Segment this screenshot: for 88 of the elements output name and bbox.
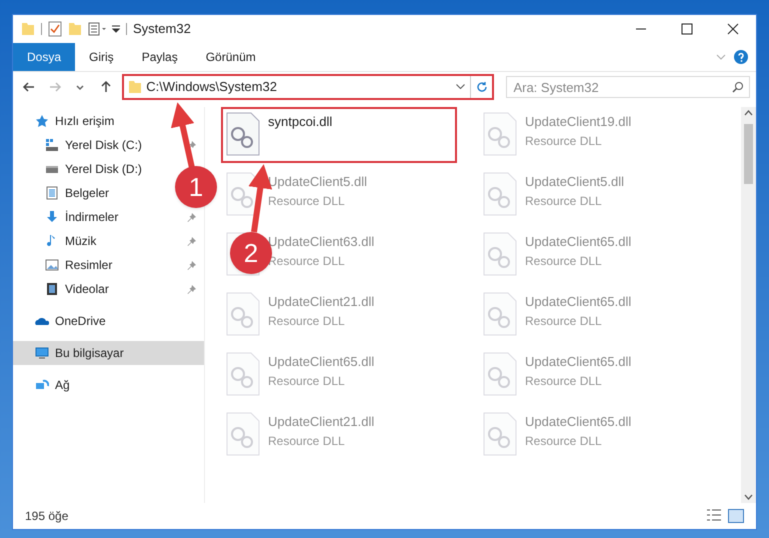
annotation-arrow <box>170 102 195 169</box>
ribbon-tab[interactable]: Paylaş <box>128 43 192 71</box>
pin-icon[interactable] <box>187 236 196 246</box>
file-name: UpdateClient21.dll <box>268 293 374 311</box>
dll-file-icon <box>226 112 260 156</box>
help-icon[interactable] <box>734 50 748 64</box>
scrollbar-thumb[interactable] <box>744 124 753 184</box>
dll-file-icon <box>483 112 517 156</box>
file-type: Resource DLL <box>525 192 603 210</box>
dropdown-icon[interactable] <box>456 84 466 89</box>
star-icon <box>35 114 49 128</box>
sidebar-item[interactable]: OneDrive <box>13 309 114 333</box>
file-name: UpdateClient65.dll <box>525 353 632 371</box>
file-item[interactable]: syntpcoi.dll <box>221 107 457 163</box>
folder-icon <box>128 80 142 92</box>
large-icons-view-icon[interactable] <box>728 509 744 523</box>
sidebar-item[interactable]: Belgeler <box>13 181 118 205</box>
maximize-icon[interactable] <box>681 23 693 35</box>
file-name: UpdateClient19.dll <box>525 113 632 131</box>
pin-icon[interactable] <box>187 140 196 150</box>
refresh-icon[interactable] <box>476 80 488 92</box>
file-type: Resource DLL <box>525 132 603 150</box>
item-count: 195 öğe <box>25 508 68 525</box>
address-path: C:\Windows\System32 <box>146 78 278 96</box>
videos-icon <box>45 282 59 296</box>
ribbon-tab[interactable]: Giriş <box>75 43 128 71</box>
file-name: UpdateClient65.dll <box>525 413 632 431</box>
sidebar-item[interactable]: Ağ <box>13 373 78 397</box>
file-name: UpdateClient5.dll <box>268 173 368 191</box>
file-name: UpdateClient65.dll <box>268 353 374 371</box>
file-type: Resource DLL <box>525 252 603 270</box>
file-name: UpdateClient21.dll <box>268 413 374 431</box>
expand-ribbon-icon[interactable] <box>716 54 726 60</box>
network-icon <box>35 378 49 392</box>
pictures-icon <box>45 258 59 272</box>
file-type: Resource DLL <box>268 372 346 390</box>
scroll-up-icon[interactable] <box>744 110 753 116</box>
file-type: Resource DLL <box>268 312 346 330</box>
file-name: UpdateClient63.dll <box>268 233 374 251</box>
dll-file-icon <box>483 172 517 216</box>
sidebar-item[interactable]: Bu bilgisayar <box>13 341 204 365</box>
scroll-down-icon[interactable] <box>744 494 753 500</box>
dll-file-icon <box>226 292 260 336</box>
disk-c-icon <box>45 138 59 152</box>
sidebar-item[interactable]: Hızlı erişim <box>13 109 122 133</box>
toolbar-separator <box>126 23 127 35</box>
pin-icon[interactable] <box>187 260 196 270</box>
details-view-icon[interactable] <box>706 509 722 521</box>
sidebar-item[interactable]: Videolar <box>13 277 204 301</box>
properties-icon[interactable] <box>88 22 108 36</box>
file-name: UpdateClient65.dll <box>525 233 632 251</box>
back-icon[interactable] <box>22 80 36 94</box>
docs-icon <box>45 186 59 200</box>
pc-icon <box>35 346 49 360</box>
ribbon-tab[interactable]: Görünüm <box>192 43 270 71</box>
ribbon-tab[interactable]: Dosya <box>13 43 76 71</box>
dll-file-icon <box>483 352 517 396</box>
file-type: Resource DLL <box>525 312 603 330</box>
window-title: System32 <box>133 20 192 38</box>
search-field[interactable]: Ara: System32 <box>506 76 750 98</box>
dll-file-icon <box>226 412 260 456</box>
search-icon[interactable] <box>732 80 744 92</box>
file-name: UpdateClient5.dll <box>525 173 624 191</box>
dll-file-icon <box>483 292 517 336</box>
dll-file-icon <box>483 412 517 456</box>
up-icon[interactable] <box>99 80 114 94</box>
sidebar-item[interactable]: İndirmeler <box>13 205 204 229</box>
dll-file-icon <box>483 232 517 276</box>
file-name: UpdateClient65.dll <box>525 293 632 311</box>
file-type: Resource DLL <box>525 432 603 450</box>
sidebar-item[interactable]: Yerel Disk (C:) <box>13 133 204 157</box>
address-bar[interactable]: C:\Windows\System32 <box>122 74 494 100</box>
toolbar-separator <box>41 23 42 35</box>
close-icon[interactable] <box>727 23 739 35</box>
sidebar-item[interactable]: Müzik <box>13 229 204 253</box>
file-name: syntpcoi.dll <box>268 113 332 131</box>
sidebar-item[interactable]: Yerel Disk (D:) <box>13 157 150 181</box>
file-type: Resource DLL <box>268 432 346 450</box>
dll-file-icon <box>226 172 260 216</box>
checkmark-icon[interactable] <box>48 21 62 37</box>
pin-icon[interactable] <box>187 212 196 222</box>
pin-icon[interactable] <box>187 284 196 294</box>
sidebar-item[interactable]: Resimler <box>13 253 204 277</box>
dll-file-icon <box>226 352 260 396</box>
file-type: Resource DLL <box>525 372 603 390</box>
file-type: Resource DLL <box>268 192 346 210</box>
download-icon <box>45 210 59 224</box>
dropdown-icon[interactable] <box>112 25 120 33</box>
